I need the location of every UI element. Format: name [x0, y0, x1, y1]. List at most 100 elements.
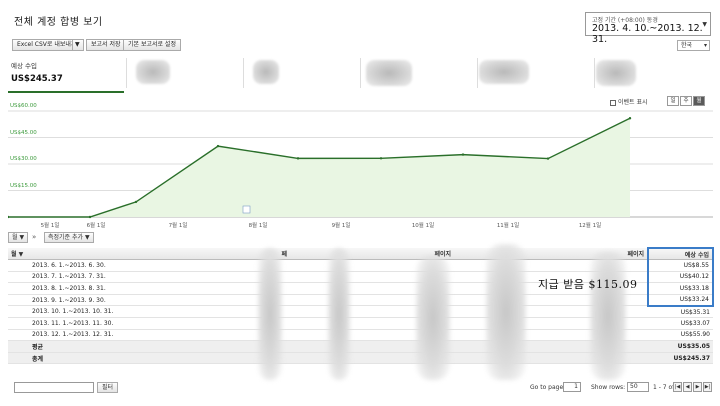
filter-input[interactable]	[14, 382, 94, 393]
period-month-button[interactable]: 월	[693, 96, 705, 106]
data-point[interactable]	[296, 157, 300, 160]
data-point[interactable]	[8, 215, 10, 219]
first-page-icon[interactable]: |◀	[673, 382, 682, 392]
series-area	[8, 118, 630, 217]
row-period: 2013. 8. 1.~2013. 8. 31.	[8, 282, 208, 295]
redacted-metric	[253, 60, 279, 84]
handwritten-annotation: 지급 받음 $115.09	[538, 278, 638, 291]
metric-summary-row: 예상 수입 US$245.37	[8, 56, 713, 93]
show-rows-label: Show rows:	[591, 384, 626, 391]
page-title: 전체 계정 합병 보기	[14, 17, 103, 28]
row-revenue: US$40.12	[647, 271, 714, 284]
row-period: 2013. 6. 1.~2013. 6. 30.	[8, 259, 208, 272]
divider	[126, 58, 127, 88]
primary-dimension-select[interactable]: 월 ▼	[8, 232, 29, 243]
data-point[interactable]	[546, 157, 550, 160]
data-point[interactable]	[379, 157, 383, 160]
metric-label: 예상 수입	[11, 62, 37, 70]
total-value: US$245.37	[648, 352, 713, 365]
x-tick-label: 5월 1일	[40, 223, 60, 229]
export-button-label: Excel CSV로 내보내기	[17, 41, 77, 48]
divider	[594, 58, 595, 88]
data-point[interactable]	[134, 200, 138, 204]
column-header-estimated-revenue[interactable]: 예상 수입	[647, 247, 714, 261]
metric-tab-estimated-revenue[interactable]: 예상 수입 US$245.37	[8, 56, 124, 93]
x-tick-label: 10월 1일	[411, 223, 435, 229]
annotation-marker-icon[interactable]	[242, 205, 251, 214]
add-dimension-select[interactable]: 측정기준 추가 ▼	[44, 232, 94, 243]
redacted-column	[590, 252, 626, 380]
revenue-chart-svg	[8, 110, 713, 219]
redacted-metric	[479, 60, 529, 84]
x-tick-label: 9월 1일	[331, 223, 351, 229]
data-point[interactable]	[88, 215, 92, 219]
chevron-down-icon: ▼	[19, 234, 25, 241]
redacted-metric	[596, 60, 636, 86]
save-report-button[interactable]: 보고서 저장	[86, 39, 126, 51]
table-toolbar: 월 ▼ » 측정기준 추가 ▼	[8, 232, 713, 244]
redacted-column	[486, 244, 526, 380]
language-select[interactable]: 한국 ▾	[677, 40, 710, 51]
chevron-down-icon[interactable]: ▼	[702, 21, 707, 28]
x-tick-label: 8월 1일	[248, 223, 268, 229]
event-label: 이벤트 표시	[618, 99, 648, 106]
chevron-down-icon: ▼	[84, 234, 90, 241]
language-value: 한국	[681, 42, 693, 49]
y-tick-label: US$30.00	[10, 156, 37, 162]
add-dimension-label: 측정기준 추가	[48, 234, 84, 241]
table-footer: 필터 Go to page: 1 Show rows: 50 1 - 7 of …	[8, 381, 713, 395]
row-revenue: US$33.18	[647, 282, 714, 295]
divider	[243, 58, 244, 88]
filter-button[interactable]: 필터	[97, 382, 119, 393]
page-number-input[interactable]: 1	[563, 382, 581, 392]
revenue-chart: US$60.00 US$45.00 US$30.00 US$15.00 5월 1일 6월…	[8, 103, 713, 229]
total-label: 총계	[8, 352, 208, 365]
average-label: 평균	[8, 340, 208, 353]
redacted-metric	[136, 60, 170, 84]
metric-tab-6[interactable]	[596, 56, 713, 93]
rows-per-page-select[interactable]: 50	[627, 382, 649, 392]
metric-tab-5[interactable]	[479, 56, 593, 93]
save-report-label: 보고서 저장	[91, 41, 121, 48]
metric-tab-2[interactable]	[128, 56, 242, 93]
redacted-column	[328, 248, 350, 380]
chevron-down-icon: ▾	[703, 42, 707, 49]
primary-dimension-value: 월	[12, 234, 18, 241]
row-period: 2013. 7. 1.~2013. 7. 31.	[8, 271, 208, 284]
go-to-page-label: Go to page:	[530, 384, 566, 391]
period-week-button[interactable]: 주	[680, 96, 692, 106]
data-point[interactable]	[628, 117, 632, 120]
data-point[interactable]	[216, 144, 220, 148]
set-default-report-button[interactable]: 기본 보고서로 설정	[123, 39, 181, 51]
data-point[interactable]	[461, 153, 465, 156]
y-tick-label: US$60.00	[10, 103, 37, 109]
period-day-button[interactable]: 일	[667, 96, 679, 106]
metric-value: US$245.37	[11, 74, 63, 84]
prev-page-icon[interactable]: ◀	[683, 382, 692, 392]
export-dropdown-button[interactable]: ▼	[72, 39, 84, 51]
row-revenue: US$35.31	[648, 305, 713, 319]
row-period: 2013. 11. 1.~2013. 11. 30.	[8, 317, 208, 330]
x-tick-label: 12월 1일	[578, 223, 602, 229]
row-period: 2013. 9. 1.~2013. 9. 30.	[8, 294, 208, 307]
x-tick-label: 11월 1일	[496, 223, 520, 229]
redacted-column	[416, 256, 450, 380]
export-button[interactable]: Excel CSV로 내보내기	[12, 39, 82, 51]
chevron-down-icon: ▼	[75, 41, 80, 48]
row-revenue: US$8.55	[647, 259, 714, 272]
set-default-report-label: 기본 보고서로 설정	[128, 41, 176, 48]
column-header-month[interactable]: 월 ▼	[8, 248, 208, 261]
metric-tab-3[interactable]	[245, 56, 359, 93]
next-page-icon[interactable]: ▶	[693, 382, 702, 392]
date-range-picker[interactable]: 고정 기간 (+08:00) 동경 2013. 4. 10.~2013. 12.…	[585, 12, 711, 45]
last-page-icon[interactable]: ▶|	[703, 382, 712, 392]
x-tick-label: 7월 1일	[168, 223, 188, 229]
row-revenue: US$33.24	[647, 294, 714, 307]
raquo-icon: »	[32, 233, 37, 241]
y-tick-label: US$15.00	[10, 182, 37, 189]
row-period: 2013. 10. 1.~2013. 10. 31.	[8, 305, 208, 319]
event-checkbox[interactable]	[610, 99, 616, 106]
row-revenue: US$55.90	[648, 329, 713, 342]
show-events-toggle[interactable]: 이벤트 표시	[610, 97, 648, 106]
metric-tab-4[interactable]	[362, 56, 476, 93]
